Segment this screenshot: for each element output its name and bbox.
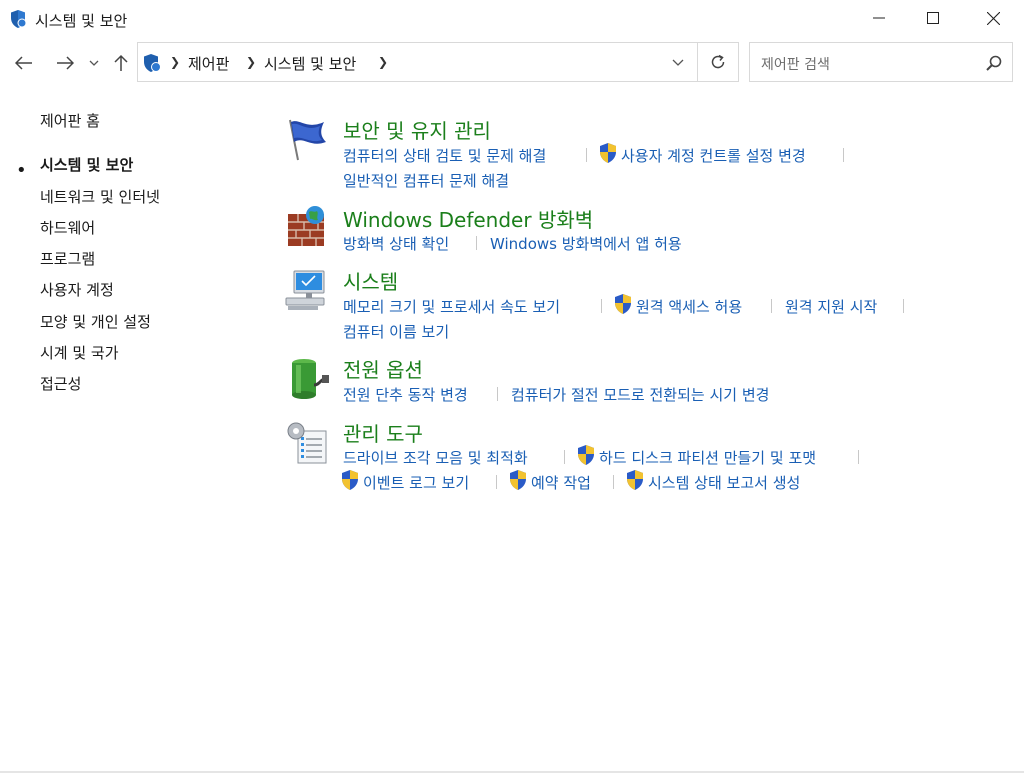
flag-icon[interactable]	[284, 116, 330, 162]
task-link-review-status[interactable]: 컴퓨터의 상태 검토 및 문제 해결	[343, 145, 546, 166]
uac-shield-icon	[578, 445, 594, 465]
sidebar-item-user-accounts[interactable]: 사용자 계정	[40, 279, 114, 300]
breadcrumb-separator-icon[interactable]: ❯	[246, 55, 256, 69]
task-link-defragment[interactable]: 드라이브 조각 모음 및 최적화	[343, 447, 528, 468]
uac-shield-icon	[510, 470, 526, 490]
uac-shield-icon	[342, 470, 358, 490]
sidebar-item-control-panel-home[interactable]: 제어판 홈	[40, 110, 100, 131]
search-box[interactable]: 제어판 검색	[749, 42, 1013, 82]
battery-icon[interactable]	[284, 355, 330, 401]
admin-tools-icon[interactable]	[284, 419, 330, 465]
category-title-firewall[interactable]: Windows Defender 방화벽	[343, 204, 593, 233]
title-bar: 시스템 및 보안	[0, 0, 1024, 38]
back-button[interactable]	[10, 50, 38, 76]
uac-shield-icon	[600, 143, 616, 163]
refresh-icon	[711, 54, 725, 69]
minimize-button[interactable]	[852, 0, 906, 36]
recent-locations-button[interactable]	[86, 50, 102, 76]
task-link-allow-app[interactable]: Windows 방화벽에서 앱 허용	[490, 233, 682, 254]
link-separator	[496, 475, 497, 489]
breadcrumb-separator-icon[interactable]: ❯	[170, 55, 180, 69]
task-link-event-logs[interactable]: 이벤트 로그 보기	[363, 472, 469, 493]
task-link-scheduled-tasks[interactable]: 예약 작업	[531, 472, 591, 493]
task-link-system-health-report[interactable]: 시스템 상태 보고서 생성	[648, 472, 800, 493]
link-separator	[586, 148, 587, 162]
category-title-security-maintenance[interactable]: 보안 및 유지 관리	[343, 115, 491, 144]
link-separator	[858, 450, 859, 464]
address-dropdown-button[interactable]	[658, 43, 698, 81]
task-link-remote-assistance[interactable]: 원격 지원 시작	[785, 296, 877, 317]
task-link-firewall-status[interactable]: 방화벽 상태 확인	[343, 233, 449, 254]
task-link-computer-name[interactable]: 컴퓨터 이름 보기	[343, 321, 449, 342]
forward-button[interactable]	[51, 50, 79, 76]
link-separator	[601, 299, 602, 313]
category-title-system[interactable]: 시스템	[343, 266, 398, 295]
address-bar[interactable]: ❯ 제어판 ❯ 시스템 및 보안 ❯	[137, 42, 739, 82]
security-shield-icon	[11, 10, 27, 28]
control-panel-icon	[144, 54, 161, 72]
task-link-memory-processor[interactable]: 메모리 크기 및 프로세서 속도 보기	[343, 296, 560, 317]
close-button[interactable]	[966, 0, 1020, 36]
window-title: 시스템 및 보안	[35, 12, 128, 30]
link-separator	[613, 475, 614, 489]
sidebar-item-accessibility[interactable]: 접근성	[40, 373, 81, 394]
search-icon[interactable]	[984, 53, 1004, 73]
sidebar-item-system-security[interactable]: 시스템 및 보안	[40, 154, 133, 175]
maximize-icon	[927, 12, 939, 24]
sidebar-item-hardware[interactable]: 하드웨어	[40, 217, 95, 238]
category-title-power-options[interactable]: 전원 옵션	[343, 354, 423, 383]
close-icon	[986, 11, 1000, 25]
up-button[interactable]	[108, 50, 134, 76]
link-separator	[771, 299, 772, 313]
sidebar-item-network[interactable]: 네트워크 및 인터넷	[40, 186, 160, 207]
task-link-power-button[interactable]: 전원 단추 동작 변경	[343, 384, 468, 405]
breadcrumb-system-security[interactable]: 시스템 및 보안	[264, 53, 356, 74]
sidebar-item-programs[interactable]: 프로그램	[40, 248, 95, 269]
task-link-remote-access[interactable]: 원격 액세스 허용	[636, 296, 742, 317]
link-separator	[476, 236, 477, 250]
sidebar-item-appearance[interactable]: 모양 및 개인 설정	[40, 311, 151, 332]
task-link-disk-partitions[interactable]: 하드 디스크 파티션 만들기 및 포맷	[599, 447, 816, 468]
task-link-troubleshoot[interactable]: 일반적인 컴퓨터 문제 해결	[343, 170, 509, 191]
uac-shield-icon	[627, 470, 643, 490]
refresh-button[interactable]	[698, 43, 738, 81]
task-link-uac-settings[interactable]: 사용자 계정 컨트롤 설정 변경	[621, 145, 806, 166]
minimize-icon	[873, 17, 885, 19]
sidebar-item-clock-region[interactable]: 시계 및 국가	[40, 342, 119, 363]
link-separator	[843, 148, 844, 162]
maximize-button[interactable]	[906, 0, 960, 36]
category-title-admin-tools[interactable]: 관리 도구	[343, 418, 423, 447]
active-bullet-icon: •	[16, 160, 27, 181]
uac-shield-icon	[615, 294, 631, 314]
chevron-down-icon	[89, 60, 99, 66]
arrow-left-icon	[15, 56, 32, 70]
arrow-right-icon	[57, 56, 74, 70]
search-placeholder[interactable]: 제어판 검색	[761, 54, 830, 74]
task-link-sleep-timing[interactable]: 컴퓨터가 절전 모드로 전환되는 시기 변경	[511, 384, 769, 405]
link-separator	[564, 450, 565, 464]
firewall-icon[interactable]	[284, 204, 330, 250]
link-separator	[497, 387, 498, 401]
link-separator	[903, 299, 904, 313]
breadcrumb-control-panel[interactable]: 제어판	[188, 53, 229, 74]
computer-icon[interactable]	[284, 267, 330, 313]
chevron-down-icon	[672, 59, 683, 66]
breadcrumb-separator-icon[interactable]: ❯	[378, 55, 388, 69]
arrow-up-icon	[114, 54, 128, 71]
